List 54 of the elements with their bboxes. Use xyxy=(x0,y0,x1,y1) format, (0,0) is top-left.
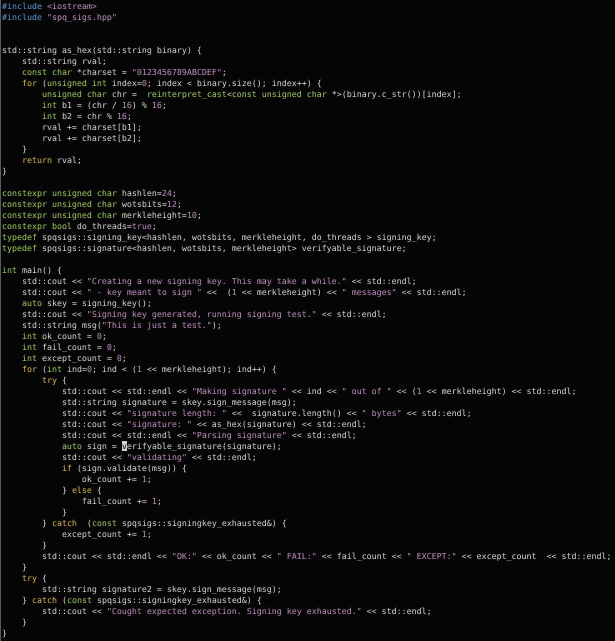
code-line: const char *charset = "0123456789ABCDEF"; xyxy=(20,66,227,78)
code-line: std::cout << " - key meant to sign " << (1 << merkleheight) << " messages" << std::endl; xyxy=(20,286,467,298)
code-line: constexpr unsigned char wotsbits=12; xyxy=(2,198,182,210)
code-line: ok_count += 1; xyxy=(80,474,152,484)
code-line: return rval; xyxy=(20,154,82,166)
code-line: constexpr bool do_threads=true; xyxy=(2,220,157,232)
code-line: for (unsigned int index=0; index < binary.size(); index++) { xyxy=(20,78,322,88)
code-line: } catch (const spqsigs::signingkey_exhausted&) { xyxy=(40,518,287,528)
code-line: rval += charset[b1]; xyxy=(40,122,142,132)
code-line: rval += charset[b2]; xyxy=(40,132,142,144)
code-line: except_count += 1; xyxy=(60,528,152,540)
code-line: std::cout << std::endl << "Making signature " << ind << " out of " << (1 << merkleheight) << std::endl; xyxy=(60,386,576,396)
code-line: std::cout << "Signing key generated, running signing test." << std::endl; xyxy=(20,308,387,320)
code-line: } xyxy=(20,616,27,628)
code-line: std::string signature = skey.sign_message(msg); xyxy=(60,396,297,408)
code-line: std::cout << std::endl << "Parsing signature" << std::endl; xyxy=(60,430,357,440)
code-line: std::cout << "signature length: " << signature.length() << " bytes" << std::endl; xyxy=(60,408,472,418)
code-line: std::cout << "validating" << std::endl; xyxy=(60,452,257,462)
code-line: std::string signature2 = skey.sign_message(msg); xyxy=(40,584,282,594)
code-line: try { xyxy=(40,374,67,386)
code-line: int ok_count = 0; xyxy=(20,330,107,342)
code-line: fail_count += 1; xyxy=(80,496,162,506)
code-line: std::string rval; xyxy=(20,56,107,66)
code-line: } xyxy=(2,628,7,638)
code-line: unsigned char chr = reinterpret_cast<const unsigned char *>(binary.c_str())[index]; xyxy=(40,88,462,100)
code-line: constexpr unsigned char merkleheight=10; xyxy=(2,210,202,220)
code-line: #include <iostream> xyxy=(2,0,97,12)
code-line: } xyxy=(40,540,47,550)
code-line: } xyxy=(20,144,27,154)
code-line: int b1 = (chr / 16) % 16; xyxy=(40,100,167,110)
code-line: #include "spq_sigs.hpp" xyxy=(2,12,117,22)
code-line: constexpr unsigned char hashlen=24; xyxy=(2,188,177,198)
code-line: } xyxy=(2,166,7,176)
code-line: int except_count = 0; xyxy=(20,352,127,364)
code-line: } xyxy=(60,506,67,518)
code-line: int fail_count = 0; xyxy=(20,342,117,352)
code-line: std::cout << "Creating a new signing key. This may take a while." << std::endl; xyxy=(20,276,417,286)
code-line: for (int ind=0; ind < (1 << merkleheight); ind++) { xyxy=(20,364,277,374)
code-line: int b2 = chr % 16; xyxy=(40,110,132,122)
code-line: std::cout << std::endl << "OK:" << ok_count << " FAIL:" << fail_count << " EXCEPT:" << except_count << std::endl; xyxy=(40,550,612,562)
code-line: typedef spqsigs::signing_key<hashlen, wotsbits, merkleheight, do_threads > signing_key; xyxy=(2,232,437,242)
code-line: } catch (const spqsigs::signingkey_exhausted&) { xyxy=(20,594,262,606)
code-line: std::string as_hex(std::string binary) { xyxy=(2,44,202,56)
code-line: } xyxy=(20,562,27,572)
code-line: if (sign.validate(msg)) { xyxy=(60,462,187,474)
code-line: } else { xyxy=(60,484,102,496)
code-line: std::cout << "signature: " << as_hex(signature) << std::endl; xyxy=(60,418,367,430)
code-line: auto skey = signing_key(); xyxy=(20,298,152,308)
code-line: auto sign = verifyable_signature(signature); xyxy=(60,440,282,452)
code-line: std::cout << "Cought expected exception. Signing key exhausted." << std::endl; xyxy=(40,606,432,616)
code-line: int main() { xyxy=(2,264,62,276)
code-line: typedef spqsigs::signature<hashlen, wotsbits, merkleheight> verifyable_signature; xyxy=(2,242,407,254)
code-line: std::string msg("This is just a test."); xyxy=(20,320,222,330)
code-line: try { xyxy=(20,572,47,584)
